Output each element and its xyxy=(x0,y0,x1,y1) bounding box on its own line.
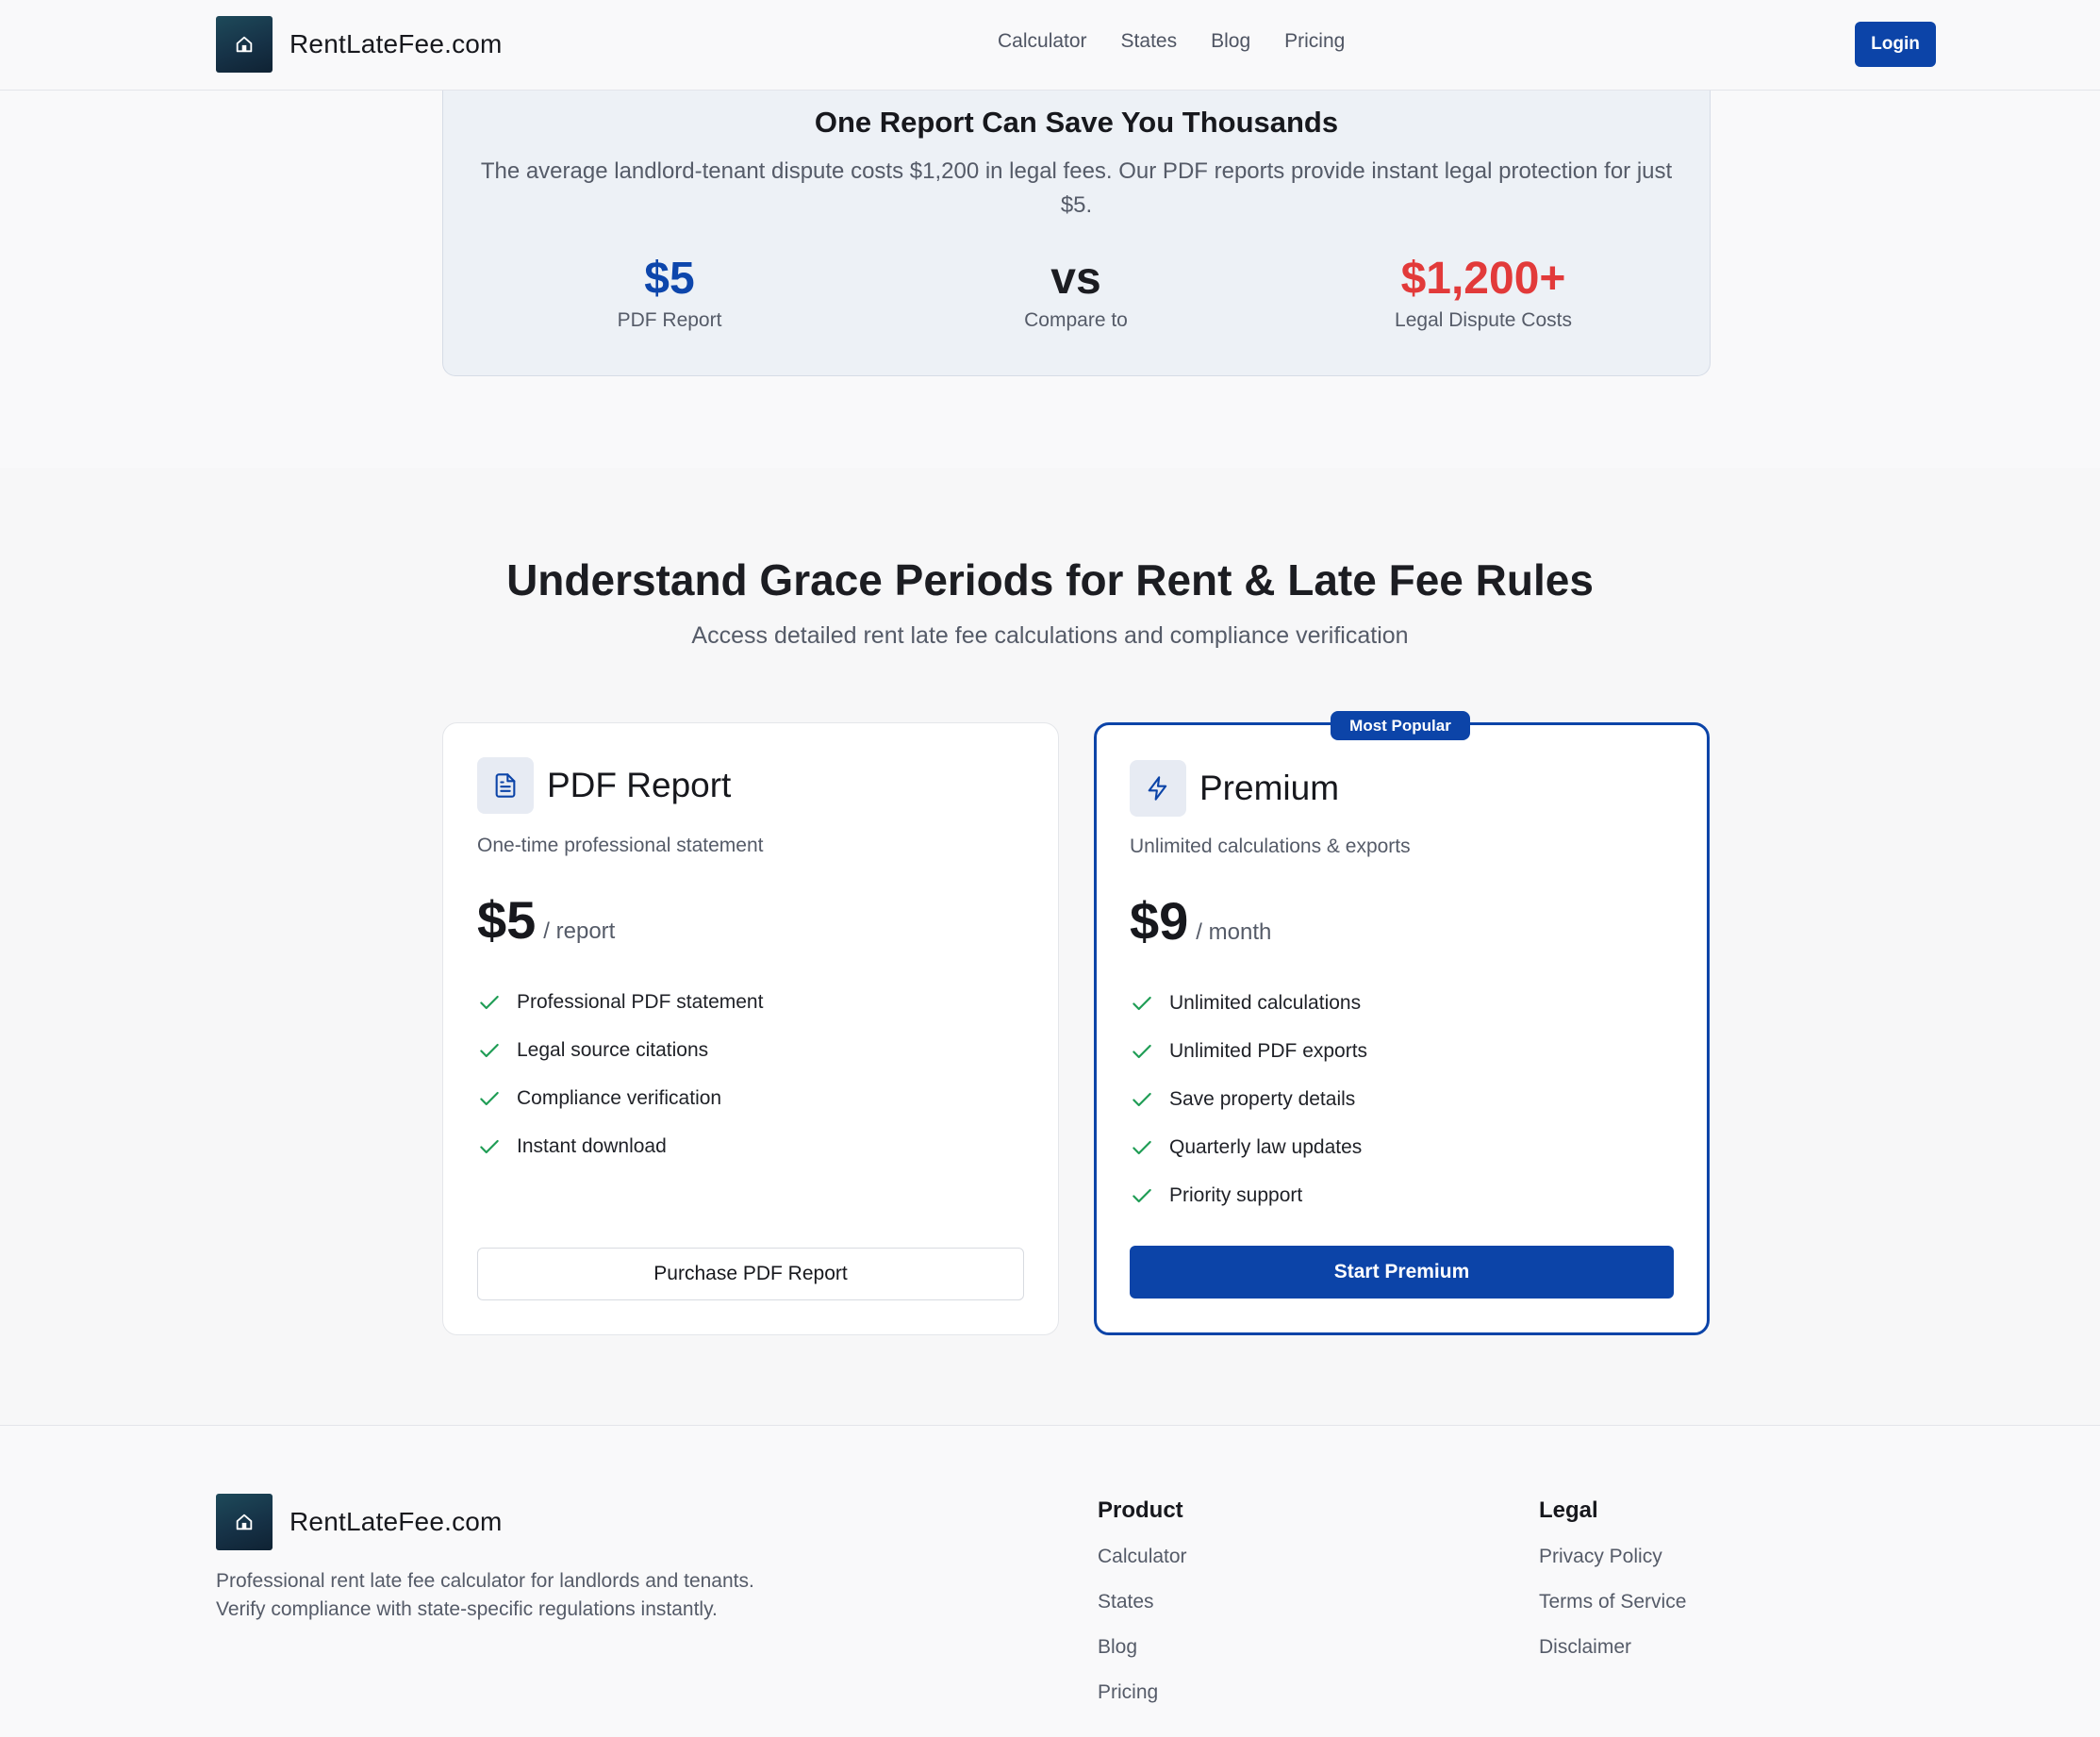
document-icon xyxy=(477,757,534,814)
footer-product-column: Product Calculator States Blog Pricing xyxy=(1098,1497,1187,1726)
nav-blog[interactable]: Blog xyxy=(1211,30,1250,53)
feature-item: Compliance verification xyxy=(477,1074,763,1122)
plan-name: PDF Report xyxy=(547,766,732,804)
lightning-icon xyxy=(1130,760,1186,817)
price-amount: $5 xyxy=(477,890,537,950)
footer-legal-column: Legal Privacy Policy Terms of Service Di… xyxy=(1539,1497,1686,1680)
plan-price: $9 / month xyxy=(1130,890,1271,951)
check-icon xyxy=(1130,1135,1154,1160)
footer-column-title: Product xyxy=(1098,1497,1183,1523)
feature-label: Compliance verification xyxy=(517,1086,722,1109)
feature-item: Save property details xyxy=(1130,1075,1367,1123)
check-icon xyxy=(1130,1087,1154,1112)
footer-description: Professional rent late fee calculator fo… xyxy=(216,1570,754,1620)
start-premium-button[interactable]: Start Premium xyxy=(1130,1246,1674,1299)
check-icon xyxy=(1130,1183,1154,1208)
feature-item: Unlimited PDF exports xyxy=(1130,1027,1367,1075)
footer-column-title: Legal xyxy=(1539,1497,1598,1523)
plan-header: Premium xyxy=(1130,760,1339,817)
footer-link-terms-of-service[interactable]: Terms of Service xyxy=(1539,1590,1686,1635)
feature-item: Priority support xyxy=(1130,1171,1367,1219)
pricing-subtitle: Access detailed rent late fee calculatio… xyxy=(691,622,1409,649)
footer-link-pricing[interactable]: Pricing xyxy=(1098,1680,1187,1726)
feature-label: Professional PDF statement xyxy=(517,990,764,1013)
footer-brand[interactable]: RentLateFee.com xyxy=(216,1494,503,1550)
feature-label: Unlimited PDF exports xyxy=(1169,1039,1368,1062)
feature-list: Unlimited calculations Unlimited PDF exp… xyxy=(1130,979,1367,1219)
plan-card-premium: Premium Unlimited calculations & exports… xyxy=(1094,722,1710,1335)
stat-compare: vs Compare to xyxy=(887,251,1265,332)
plan-description: Unlimited calculations & exports xyxy=(1130,835,1411,857)
nav-states[interactable]: States xyxy=(1121,30,1178,53)
feature-item: Unlimited calculations xyxy=(1130,979,1367,1027)
feature-label: Instant download xyxy=(517,1134,667,1157)
feature-label: Unlimited calculations xyxy=(1169,991,1362,1014)
footer-link-calculator[interactable]: Calculator xyxy=(1098,1545,1187,1590)
brand-name: RentLateFee.com xyxy=(289,29,503,58)
check-icon xyxy=(477,1134,502,1159)
stat-value: $5 xyxy=(644,254,695,304)
savings-panel: One Report Can Save You Thousands The av… xyxy=(442,91,1711,376)
footer-link-disclaimer[interactable]: Disclaimer xyxy=(1539,1635,1686,1680)
check-icon xyxy=(1130,991,1154,1016)
top-nav-bar: RentLateFee.com Calculator States Blog P… xyxy=(0,0,2100,91)
plan-description: One-time professional statement xyxy=(477,835,764,856)
stat-label: PDF Report xyxy=(617,309,722,331)
footer-link-blog[interactable]: Blog xyxy=(1098,1635,1187,1680)
purchase-pdf-report-button[interactable]: Purchase PDF Report xyxy=(477,1248,1024,1300)
feature-label: Priority support xyxy=(1169,1183,1303,1206)
plan-card-pdf-report: PDF Report One-time professional stateme… xyxy=(442,722,1059,1335)
check-icon xyxy=(477,1086,502,1111)
most-popular-badge: Most Popular xyxy=(1331,711,1470,740)
login-button[interactable]: Login xyxy=(1855,22,1936,67)
price-period: / report xyxy=(543,918,616,944)
footer-link-privacy-policy[interactable]: Privacy Policy xyxy=(1539,1545,1686,1590)
plan-header: PDF Report xyxy=(477,757,731,814)
footer-link-states[interactable]: States xyxy=(1098,1590,1187,1635)
main-nav: Calculator States Blog Pricing xyxy=(998,30,1379,53)
feature-item: Legal source citations xyxy=(477,1026,763,1074)
price-period: / month xyxy=(1196,919,1272,945)
pricing-title: Understand Grace Periods for Rent & Late… xyxy=(506,555,1594,604)
stat-label: Compare to xyxy=(1024,309,1128,331)
brand-name: RentLateFee.com xyxy=(289,1507,503,1536)
price-amount: $9 xyxy=(1130,891,1189,951)
nav-pricing[interactable]: Pricing xyxy=(1284,30,1345,53)
stat-dispute-costs: $1,200+ Legal Dispute Costs xyxy=(1295,251,1672,332)
logo-icon xyxy=(216,1494,273,1550)
footer: RentLateFee.com Professional rent late f… xyxy=(0,1425,2100,1737)
feature-item: Quarterly law updates xyxy=(1130,1123,1367,1171)
stat-value: $1,200+ xyxy=(1400,254,1566,304)
stat-label: Legal Dispute Costs xyxy=(1395,309,1572,331)
stat-value: vs xyxy=(1050,254,1101,304)
check-icon xyxy=(477,1038,502,1063)
feature-label: Legal source citations xyxy=(517,1038,709,1061)
nav-calculator[interactable]: Calculator xyxy=(998,30,1087,53)
check-icon xyxy=(1130,1039,1154,1064)
feature-label: Save property details xyxy=(1169,1087,1356,1110)
savings-title: One Report Can Save You Thousands xyxy=(814,106,1339,139)
stat-pdf-report: $5 PDF Report xyxy=(481,251,858,332)
plan-name: Premium xyxy=(1199,769,1340,807)
check-icon xyxy=(477,990,502,1015)
feature-list: Professional PDF statement Legal source … xyxy=(477,978,763,1170)
plan-price: $5 / report xyxy=(477,889,615,951)
feature-item: Professional PDF statement xyxy=(477,978,763,1026)
feature-item: Instant download xyxy=(477,1122,763,1170)
logo-icon xyxy=(216,16,273,73)
feature-label: Quarterly law updates xyxy=(1169,1135,1363,1158)
savings-text: The average landlord-tenant dispute cost… xyxy=(480,158,1673,218)
brand[interactable]: RentLateFee.com xyxy=(216,16,503,73)
